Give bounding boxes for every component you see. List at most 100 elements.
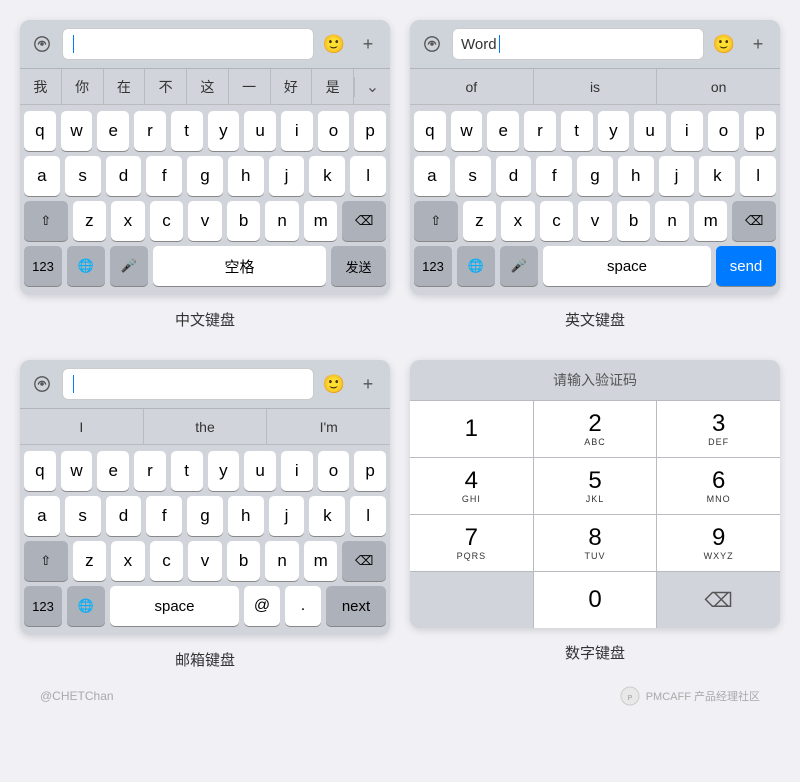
email-key-x[interactable]: x bbox=[111, 541, 145, 581]
num-key-9[interactable]: 9 WXYZ bbox=[657, 515, 780, 571]
email-key-p[interactable]: p bbox=[354, 451, 386, 491]
email-numbers-key[interactable]: 123 bbox=[24, 586, 62, 626]
num-key-5[interactable]: 5 JKL bbox=[534, 458, 657, 514]
key-u[interactable]: u bbox=[244, 111, 276, 151]
email-key-s[interactable]: s bbox=[65, 496, 101, 536]
email-key-r[interactable]: r bbox=[134, 451, 166, 491]
eng-key-f[interactable]: f bbox=[536, 156, 572, 196]
eng-key-l[interactable]: l bbox=[740, 156, 776, 196]
suggestion-I[interactable]: I bbox=[20, 409, 144, 444]
email-key-o[interactable]: o bbox=[318, 451, 350, 491]
key-z[interactable]: z bbox=[73, 201, 107, 241]
num-key-2[interactable]: 2 ABC bbox=[534, 401, 657, 457]
eng-send-key[interactable]: send bbox=[716, 246, 776, 286]
email-mic-wave-icon[interactable] bbox=[28, 370, 56, 398]
email-emoji-icon[interactable]: 🙂 bbox=[320, 370, 348, 398]
email-key-h[interactable]: h bbox=[228, 496, 264, 536]
num-key-4[interactable]: 4 GHI bbox=[410, 458, 533, 514]
key-q[interactable]: q bbox=[24, 111, 56, 151]
emoji-icon[interactable]: 🙂 bbox=[320, 30, 348, 58]
suggestion-im[interactable]: I'm bbox=[267, 409, 390, 444]
email-key-b[interactable]: b bbox=[227, 541, 261, 581]
eng-mic-wave-icon[interactable] bbox=[418, 30, 446, 58]
eng-key-p[interactable]: p bbox=[744, 111, 776, 151]
eng-key-n[interactable]: n bbox=[655, 201, 689, 241]
eng-key-w[interactable]: w bbox=[451, 111, 483, 151]
eng-key-j[interactable]: j bbox=[659, 156, 695, 196]
eng-key-s[interactable]: s bbox=[455, 156, 491, 196]
chinese-text-input[interactable] bbox=[62, 28, 314, 60]
eng-numbers-key[interactable]: 123 bbox=[414, 246, 452, 286]
key-p[interactable]: p bbox=[354, 111, 386, 151]
key-e[interactable]: e bbox=[97, 111, 129, 151]
eng-key-t[interactable]: t bbox=[561, 111, 593, 151]
email-at-key[interactable]: @ bbox=[244, 586, 280, 626]
eng-key-q[interactable]: q bbox=[414, 111, 446, 151]
num-key-6[interactable]: 6 MNO bbox=[657, 458, 780, 514]
email-key-f[interactable]: f bbox=[146, 496, 182, 536]
english-text-input[interactable]: Word bbox=[452, 28, 704, 60]
eng-space-key[interactable]: space bbox=[543, 246, 711, 286]
key-m[interactable]: m bbox=[304, 201, 338, 241]
email-dot-key[interactable]: . bbox=[285, 586, 321, 626]
key-d[interactable]: d bbox=[106, 156, 142, 196]
eng-key-m[interactable]: m bbox=[694, 201, 728, 241]
eng-key-d[interactable]: d bbox=[496, 156, 532, 196]
eng-backspace-key[interactable]: ⌫ bbox=[732, 201, 776, 241]
key-t[interactable]: t bbox=[171, 111, 203, 151]
email-key-m[interactable]: m bbox=[304, 541, 338, 581]
key-k[interactable]: k bbox=[309, 156, 345, 196]
email-next-key[interactable]: next bbox=[326, 586, 386, 626]
key-c[interactable]: c bbox=[150, 201, 184, 241]
eng-mic-key[interactable]: 🎤 bbox=[500, 246, 538, 286]
key-o[interactable]: o bbox=[318, 111, 350, 151]
shift-key[interactable]: ⇧ bbox=[24, 201, 68, 241]
globe-key[interactable]: 🌐 bbox=[67, 246, 105, 286]
eng-key-v[interactable]: v bbox=[578, 201, 612, 241]
key-r[interactable]: r bbox=[134, 111, 166, 151]
email-key-q[interactable]: q bbox=[24, 451, 56, 491]
email-key-z[interactable]: z bbox=[73, 541, 107, 581]
email-key-k[interactable]: k bbox=[309, 496, 345, 536]
eng-key-c[interactable]: c bbox=[540, 201, 574, 241]
suggestion-zhe[interactable]: 这 bbox=[187, 69, 229, 104]
email-key-j[interactable]: j bbox=[269, 496, 305, 536]
email-key-u[interactable]: u bbox=[244, 451, 276, 491]
eng-key-e[interactable]: e bbox=[487, 111, 519, 151]
num-key-3[interactable]: 3 DEF bbox=[657, 401, 780, 457]
email-key-c[interactable]: c bbox=[150, 541, 184, 581]
num-key-backspace[interactable]: ⌫ bbox=[657, 572, 780, 628]
eng-key-o[interactable]: o bbox=[708, 111, 740, 151]
email-globe-key[interactable]: 🌐 bbox=[67, 586, 105, 626]
email-key-a[interactable]: a bbox=[24, 496, 60, 536]
email-key-n[interactable]: n bbox=[265, 541, 299, 581]
eng-key-a[interactable]: a bbox=[414, 156, 450, 196]
key-i[interactable]: i bbox=[281, 111, 313, 151]
email-key-t[interactable]: t bbox=[171, 451, 203, 491]
key-y[interactable]: y bbox=[208, 111, 240, 151]
suggestion-bu[interactable]: 不 bbox=[145, 69, 187, 104]
key-w[interactable]: w bbox=[61, 111, 93, 151]
eng-key-g[interactable]: g bbox=[577, 156, 613, 196]
suggestion-ni[interactable]: 你 bbox=[62, 69, 104, 104]
suggestion-is[interactable]: is bbox=[534, 69, 658, 104]
expand-suggestions-icon[interactable]: ⌄ bbox=[354, 77, 390, 97]
suggestion-hao[interactable]: 好 bbox=[271, 69, 313, 104]
send-key[interactable]: 发送 bbox=[331, 246, 386, 286]
suggestion-yi[interactable]: 一 bbox=[229, 69, 271, 104]
eng-key-r[interactable]: r bbox=[524, 111, 556, 151]
eng-key-i[interactable]: i bbox=[671, 111, 703, 151]
space-key[interactable]: 空格 bbox=[153, 246, 326, 286]
email-plus-icon[interactable]: + bbox=[354, 370, 382, 398]
suggestion-of[interactable]: of bbox=[410, 69, 534, 104]
email-key-g[interactable]: g bbox=[187, 496, 223, 536]
email-shift-key[interactable]: ⇧ bbox=[24, 541, 68, 581]
eng-shift-key[interactable]: ⇧ bbox=[414, 201, 458, 241]
num-key-8[interactable]: 8 TUV bbox=[534, 515, 657, 571]
suggestion-zai[interactable]: 在 bbox=[104, 69, 146, 104]
email-key-i[interactable]: i bbox=[281, 451, 313, 491]
email-key-l[interactable]: l bbox=[350, 496, 386, 536]
eng-emoji-icon[interactable]: 🙂 bbox=[710, 30, 738, 58]
suggestion-the[interactable]: the bbox=[144, 409, 268, 444]
email-text-input[interactable] bbox=[62, 368, 314, 400]
